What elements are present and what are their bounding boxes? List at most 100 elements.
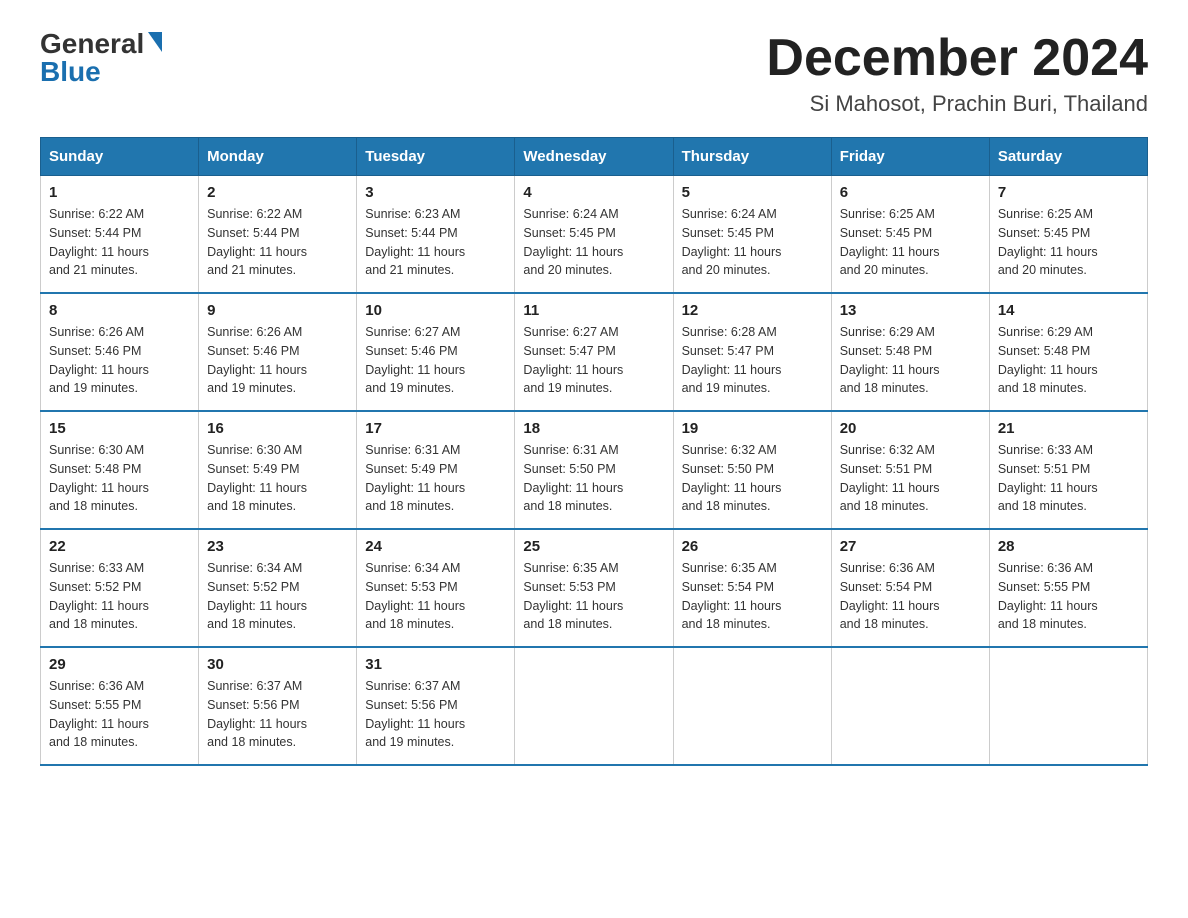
- day-number: 30: [207, 656, 348, 673]
- day-number: 15: [49, 420, 190, 437]
- calendar-cell: 4 Sunrise: 6:24 AMSunset: 5:45 PMDaylight…: [515, 176, 673, 294]
- calendar-cell: 3 Sunrise: 6:23 AMSunset: 5:44 PMDaylight…: [357, 176, 515, 294]
- calendar-cell: 1 Sunrise: 6:22 AMSunset: 5:44 PMDaylight…: [41, 176, 199, 294]
- day-info: Sunrise: 6:23 AMSunset: 5:44 PMDaylight:…: [365, 205, 506, 280]
- calendar-cell: 2 Sunrise: 6:22 AMSunset: 5:44 PMDaylight…: [199, 176, 357, 294]
- day-number: 23: [207, 538, 348, 555]
- day-number: 27: [840, 538, 981, 555]
- day-number: 8: [49, 302, 190, 319]
- day-number: 17: [365, 420, 506, 437]
- day-number: 11: [523, 302, 664, 319]
- day-number: 16: [207, 420, 348, 437]
- day-info: Sunrise: 6:26 AMSunset: 5:46 PMDaylight:…: [207, 323, 348, 398]
- day-number: 12: [682, 302, 823, 319]
- day-info: Sunrise: 6:36 AMSunset: 5:55 PMDaylight:…: [49, 677, 190, 752]
- day-info: Sunrise: 6:25 AMSunset: 5:45 PMDaylight:…: [998, 205, 1139, 280]
- calendar-cell: 30 Sunrise: 6:37 AMSunset: 5:56 PMDayligh…: [199, 647, 357, 765]
- calendar-cell: 10Sunrise: 6:27 AMSunset: 5:46 PMDayligh…: [357, 293, 515, 411]
- day-info: Sunrise: 6:37 AMSunset: 5:56 PMDaylight:…: [207, 677, 348, 752]
- calendar-cell: 19 Sunrise: 6:32 AMSunset: 5:50 PMDayligh…: [673, 411, 831, 529]
- weekday-header-saturday: Saturday: [989, 138, 1147, 176]
- day-info: Sunrise: 6:22 AMSunset: 5:44 PMDaylight:…: [49, 205, 190, 280]
- day-number: 10: [365, 302, 506, 319]
- calendar-cell: 8 Sunrise: 6:26 AMSunset: 5:46 PMDaylight…: [41, 293, 199, 411]
- day-info: Sunrise: 6:30 AMSunset: 5:49 PMDaylight:…: [207, 441, 348, 516]
- page-header: General Blue December 2024 Si Mahosot, P…: [40, 30, 1148, 117]
- logo: General Blue: [40, 30, 162, 86]
- logo-general: General: [40, 30, 144, 58]
- day-info: Sunrise: 6:26 AMSunset: 5:46 PMDaylight:…: [49, 323, 190, 398]
- calendar-cell: [989, 647, 1147, 765]
- calendar-cell: 5Sunrise: 6:24 AMSunset: 5:45 PMDaylight…: [673, 176, 831, 294]
- calendar-cell: 23 Sunrise: 6:34 AMSunset: 5:52 PMDayligh…: [199, 529, 357, 647]
- day-number: 7: [998, 184, 1139, 201]
- day-info: Sunrise: 6:27 AMSunset: 5:47 PMDaylight:…: [523, 323, 664, 398]
- title-block: December 2024 Si Mahosot, Prachin Buri, …: [766, 30, 1148, 117]
- day-info: Sunrise: 6:31 AMSunset: 5:50 PMDaylight:…: [523, 441, 664, 516]
- day-info: Sunrise: 6:33 AMSunset: 5:51 PMDaylight:…: [998, 441, 1139, 516]
- weekday-header-monday: Monday: [199, 138, 357, 176]
- day-info: Sunrise: 6:22 AMSunset: 5:44 PMDaylight:…: [207, 205, 348, 280]
- day-info: Sunrise: 6:34 AMSunset: 5:53 PMDaylight:…: [365, 559, 506, 634]
- day-info: Sunrise: 6:32 AMSunset: 5:50 PMDaylight:…: [682, 441, 823, 516]
- day-info: Sunrise: 6:35 AMSunset: 5:53 PMDaylight:…: [523, 559, 664, 634]
- day-info: Sunrise: 6:28 AMSunset: 5:47 PMDaylight:…: [682, 323, 823, 398]
- calendar-cell: 11 Sunrise: 6:27 AMSunset: 5:47 PMDayligh…: [515, 293, 673, 411]
- day-info: Sunrise: 6:33 AMSunset: 5:52 PMDaylight:…: [49, 559, 190, 634]
- day-info: Sunrise: 6:29 AMSunset: 5:48 PMDaylight:…: [998, 323, 1139, 398]
- calendar-cell: [515, 647, 673, 765]
- calendar-cell: 9 Sunrise: 6:26 AMSunset: 5:46 PMDaylight…: [199, 293, 357, 411]
- day-number: 4: [523, 184, 664, 201]
- calendar-cell: 12 Sunrise: 6:28 AMSunset: 5:47 PMDayligh…: [673, 293, 831, 411]
- calendar-cell: [673, 647, 831, 765]
- day-info: Sunrise: 6:36 AMSunset: 5:55 PMDaylight:…: [998, 559, 1139, 634]
- day-info: Sunrise: 6:24 AMSunset: 5:45 PMDaylight:…: [523, 205, 664, 280]
- day-info: Sunrise: 6:34 AMSunset: 5:52 PMDaylight:…: [207, 559, 348, 634]
- day-number: 19: [682, 420, 823, 437]
- calendar-cell: 28 Sunrise: 6:36 AMSunset: 5:55 PMDayligh…: [989, 529, 1147, 647]
- calendar-cell: 7 Sunrise: 6:25 AMSunset: 5:45 PMDaylight…: [989, 176, 1147, 294]
- weekday-header-thursday: Thursday: [673, 138, 831, 176]
- day-number: 21: [998, 420, 1139, 437]
- calendar-cell: 16 Sunrise: 6:30 AMSunset: 5:49 PMDayligh…: [199, 411, 357, 529]
- weekday-header-friday: Friday: [831, 138, 989, 176]
- calendar-subtitle: Si Mahosot, Prachin Buri, Thailand: [766, 91, 1148, 117]
- day-number: 28: [998, 538, 1139, 555]
- day-number: 29: [49, 656, 190, 673]
- calendar-table: SundayMondayTuesdayWednesdayThursdayFrid…: [40, 137, 1148, 766]
- day-info: Sunrise: 6:29 AMSunset: 5:48 PMDaylight:…: [840, 323, 981, 398]
- logo-blue: Blue: [40, 58, 101, 86]
- day-number: 20: [840, 420, 981, 437]
- calendar-cell: 27 Sunrise: 6:36 AMSunset: 5:54 PMDayligh…: [831, 529, 989, 647]
- calendar-title: December 2024: [766, 30, 1148, 87]
- day-number: 18: [523, 420, 664, 437]
- calendar-cell: 31 Sunrise: 6:37 AMSunset: 5:56 PMDayligh…: [357, 647, 515, 765]
- day-info: Sunrise: 6:30 AMSunset: 5:48 PMDaylight:…: [49, 441, 190, 516]
- day-number: 31: [365, 656, 506, 673]
- day-info: Sunrise: 6:35 AMSunset: 5:54 PMDaylight:…: [682, 559, 823, 634]
- calendar-cell: 6Sunrise: 6:25 AMSunset: 5:45 PMDaylight…: [831, 176, 989, 294]
- day-number: 13: [840, 302, 981, 319]
- weekday-header-sunday: Sunday: [41, 138, 199, 176]
- day-info: Sunrise: 6:37 AMSunset: 5:56 PMDaylight:…: [365, 677, 506, 752]
- calendar-cell: 15 Sunrise: 6:30 AMSunset: 5:48 PMDayligh…: [41, 411, 199, 529]
- day-number: 9: [207, 302, 348, 319]
- day-number: 2: [207, 184, 348, 201]
- calendar-cell: 24Sunrise: 6:34 AMSunset: 5:53 PMDayligh…: [357, 529, 515, 647]
- day-number: 1: [49, 184, 190, 201]
- calendar-cell: 18 Sunrise: 6:31 AMSunset: 5:50 PMDayligh…: [515, 411, 673, 529]
- day-number: 22: [49, 538, 190, 555]
- day-info: Sunrise: 6:36 AMSunset: 5:54 PMDaylight:…: [840, 559, 981, 634]
- calendar-cell: 13 Sunrise: 6:29 AMSunset: 5:48 PMDayligh…: [831, 293, 989, 411]
- calendar-cell: 14Sunrise: 6:29 AMSunset: 5:48 PMDayligh…: [989, 293, 1147, 411]
- weekday-header-wednesday: Wednesday: [515, 138, 673, 176]
- calendar-cell: 22 Sunrise: 6:33 AMSunset: 5:52 PMDayligh…: [41, 529, 199, 647]
- calendar-cell: 20Sunrise: 6:32 AMSunset: 5:51 PMDayligh…: [831, 411, 989, 529]
- day-info: Sunrise: 6:31 AMSunset: 5:49 PMDaylight:…: [365, 441, 506, 516]
- calendar-cell: 29 Sunrise: 6:36 AMSunset: 5:55 PMDayligh…: [41, 647, 199, 765]
- calendar-cell: 25 Sunrise: 6:35 AMSunset: 5:53 PMDayligh…: [515, 529, 673, 647]
- day-number: 25: [523, 538, 664, 555]
- day-number: 5: [682, 184, 823, 201]
- day-number: 3: [365, 184, 506, 201]
- day-number: 6: [840, 184, 981, 201]
